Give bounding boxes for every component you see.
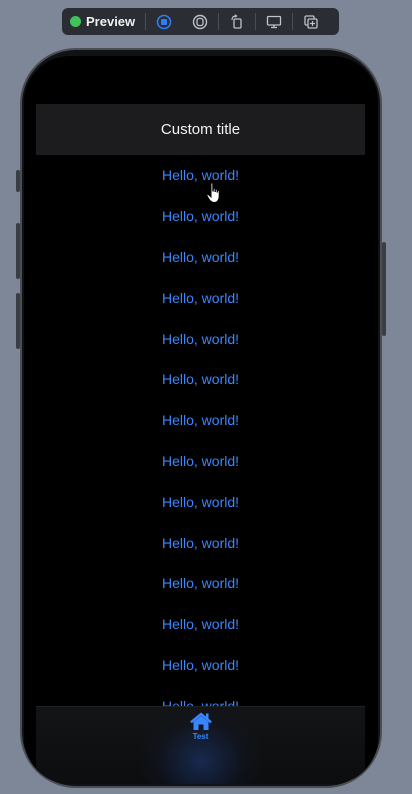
live-status-dot (70, 16, 81, 27)
list-item[interactable]: Hello, world! (36, 522, 365, 563)
list-item[interactable]: Hello, world! (36, 604, 365, 645)
list-item[interactable]: Hello, world! (36, 277, 365, 318)
list-item[interactable]: Hello, world! (36, 155, 365, 196)
list-item[interactable]: Hello, world! (36, 237, 365, 278)
rotate-button[interactable] (219, 11, 255, 33)
list-item[interactable]: Hello, world! (36, 685, 365, 706)
scroll-list[interactable]: Hello, world! Hello, world! Hello, world… (36, 155, 365, 706)
device-settings-icon (267, 15, 282, 28)
list-item[interactable]: Hello, world! (36, 359, 365, 400)
selectable-icon (192, 14, 208, 29)
tab-label: Test (192, 732, 209, 741)
rotate-icon (231, 13, 242, 29)
tab-bar: Test (36, 706, 365, 784)
selectable-mode-button[interactable] (182, 11, 218, 33)
duplicate-preview-button[interactable] (293, 11, 329, 33)
nav-title: Custom title (160, 121, 241, 138)
list-item[interactable]: Hello, world! (36, 400, 365, 441)
hand-pointer-cursor-icon (206, 182, 220, 204)
navigation-bar: Custom title (36, 104, 365, 155)
house-icon (189, 712, 212, 730)
list-item[interactable]: Hello, world! (36, 563, 365, 604)
live-icon (156, 14, 172, 29)
power-button (382, 242, 386, 336)
device-settings-button[interactable] (256, 11, 292, 33)
device-screen: Custom title Hello, world! Hello, world!… (24, 56, 378, 784)
preview-status-label: Preview (86, 14, 136, 29)
duplicate-icon (304, 14, 318, 29)
list-item[interactable]: Hello, world! (36, 196, 365, 237)
tab-test[interactable]: Test (171, 711, 231, 784)
list-item[interactable]: Hello, world! (36, 441, 365, 482)
list-item[interactable]: Hello, world! (36, 481, 365, 522)
preview-toolbar: Preview (62, 8, 339, 35)
list-item[interactable]: Hello, world! (36, 318, 365, 359)
list-item[interactable]: Hello, world! (36, 645, 365, 686)
live-mode-button[interactable] (146, 11, 182, 33)
preview-status[interactable]: Preview (70, 13, 147, 30)
